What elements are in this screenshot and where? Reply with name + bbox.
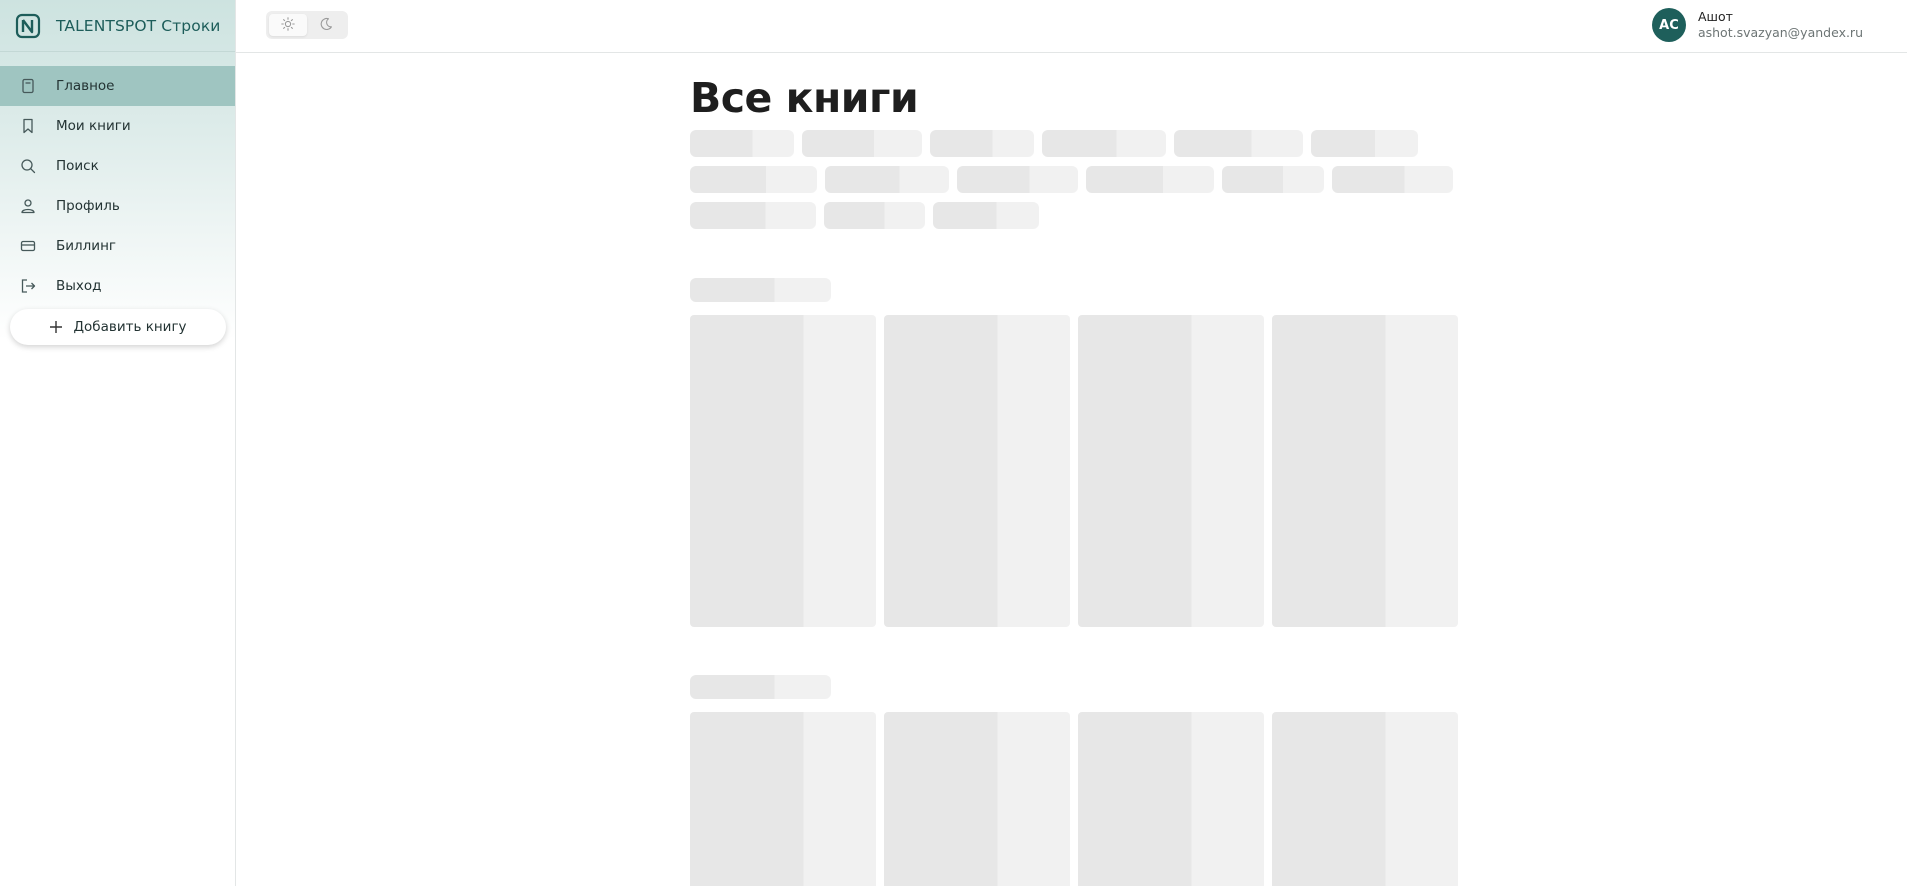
add-book-label: Добавить книгу <box>73 319 187 335</box>
sidebar-item-label: Профиль <box>56 198 120 214</box>
book-card-skeleton <box>1078 315 1264 627</box>
book-card-skeleton <box>884 712 1070 886</box>
book-card-skeleton <box>884 315 1070 627</box>
sidebar-item-main[interactable]: Главное <box>0 66 235 106</box>
page-title: Все книги <box>690 74 919 122</box>
sidebar-item-label: Главное <box>56 78 115 94</box>
chip-skeleton <box>1332 166 1453 193</box>
user-icon <box>20 198 36 214</box>
sun-icon <box>281 16 295 35</box>
user-email: ashot.svazyan@yandex.ru <box>1697 25 1863 40</box>
book-card-skeleton <box>690 315 876 627</box>
chip-skeleton <box>1042 130 1166 157</box>
chip-skeleton <box>825 166 949 193</box>
sidebar-item-my-books[interactable]: Мои книги <box>0 106 235 146</box>
chip-skeleton <box>824 202 925 229</box>
chip-skeleton <box>1086 166 1214 193</box>
brand[interactable]: TALENTSPOT Строки <box>0 0 235 52</box>
sidebar-item-logout[interactable]: Выход <box>0 266 235 306</box>
sidebar-nav: Главное Мои книги Поиск Профиль Биллинг <box>0 66 235 306</box>
theme-toggle[interactable] <box>266 11 348 39</box>
chip-skeleton <box>690 202 816 229</box>
sidebar-item-search[interactable]: Поиск <box>0 146 235 186</box>
brand-name: TALENTSPOT Строки <box>56 16 221 35</box>
chip-skeleton <box>690 130 794 157</box>
chip-skeleton <box>1311 130 1418 157</box>
book-card-skeleton <box>1272 712 1458 886</box>
user-menu[interactable]: АС Ашот ashot.svazyan@yandex.ru <box>1651 8 1863 42</box>
search-icon <box>20 158 36 174</box>
book-logo-icon <box>15 13 41 39</box>
topbar: АС Ашот ashot.svazyan@yandex.ru <box>236 0 1907 53</box>
credit-card-icon <box>20 238 36 254</box>
sidebar-item-label: Биллинг <box>56 238 116 254</box>
book-card-skeleton <box>1078 712 1264 886</box>
chip-skeleton <box>930 130 1034 157</box>
section-title-skeleton <box>690 675 831 699</box>
chip-skeleton <box>690 166 817 193</box>
chip-skeleton <box>957 166 1078 193</box>
logout-icon <box>20 278 36 294</box>
avatar[interactable]: АС <box>1651 8 1686 42</box>
plus-icon <box>49 320 63 334</box>
section-title-skeleton <box>690 278 831 302</box>
sidebar-item-label: Поиск <box>56 158 99 174</box>
sidebar-item-label: Выход <box>56 278 102 294</box>
dark-theme-option[interactable] <box>307 14 345 36</box>
moon-icon <box>319 16 333 35</box>
chip-skeleton <box>933 202 1039 229</box>
book-card-skeleton <box>1272 315 1458 627</box>
chip-skeleton <box>802 130 922 157</box>
sidebar-item-billing[interactable]: Биллинг <box>0 226 235 266</box>
book-icon <box>20 78 36 94</box>
user-info: Ашот ashot.svazyan@yandex.ru <box>1698 9 1863 41</box>
sidebar-item-profile[interactable]: Профиль <box>0 186 235 226</box>
sidebar: TALENTSPOT Строки Главное Мои книги Поис… <box>0 0 236 886</box>
add-book-button[interactable]: Добавить книгу <box>10 309 226 345</box>
chip-skeleton <box>1222 166 1324 193</box>
bookmark-icon <box>20 118 36 134</box>
sidebar-item-label: Мои книги <box>56 118 131 134</box>
user-name: Ашот <box>1697 9 1733 24</box>
chip-skeleton <box>1174 130 1303 157</box>
book-card-skeleton <box>690 712 876 886</box>
light-theme-option[interactable] <box>269 14 307 36</box>
